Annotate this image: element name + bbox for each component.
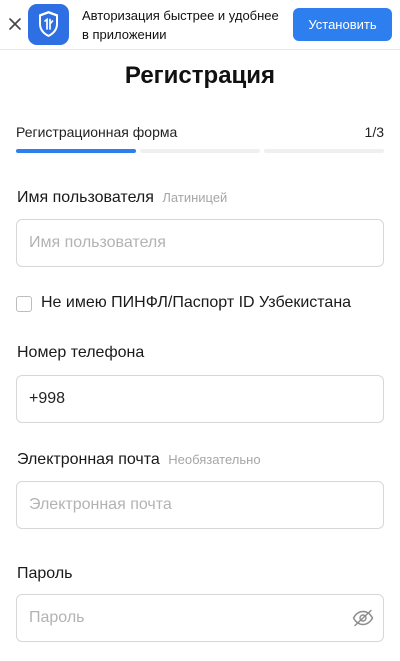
eye-slash-icon[interactable] [352, 609, 374, 627]
username-input[interactable] [16, 219, 384, 267]
app-logo [28, 4, 69, 45]
step-segment-3 [264, 149, 384, 153]
phone-label-text: Номер телефона [17, 344, 145, 361]
step-indicator: Регистрационная форма 1/3 [16, 124, 384, 144]
no-pinfl-option[interactable]: Не имею ПИНФЛ/Паспорт ID Узбекистана [16, 294, 384, 314]
no-pinfl-label: Не имею ПИНФЛ/Паспорт ID Узбекистана [41, 294, 352, 311]
app-install-banner: Авторизация быстрее и удобнее в приложен… [0, 0, 400, 50]
password-label: Пароль [17, 565, 73, 583]
install-button[interactable]: Установить [293, 8, 392, 41]
email-label-text: Электронная почта [17, 451, 160, 468]
email-hint: Необязательно [168, 452, 261, 467]
email-label: Электронная почта Необязательно [17, 451, 261, 469]
shield-logo-icon [39, 11, 58, 37]
password-label-text: Пароль [17, 565, 73, 582]
username-hint: Латиницей [162, 190, 228, 205]
no-pinfl-checkbox[interactable] [16, 296, 32, 312]
banner-text: Авторизация быстрее и удобнее в приложен… [82, 8, 279, 42]
step-progress-bar [16, 149, 384, 153]
email-input[interactable] [16, 481, 384, 529]
step-label: Регистрационная форма [16, 124, 178, 140]
page-title: Регистрация [124, 62, 276, 89]
close-icon[interactable] [6, 15, 24, 33]
username-label: Имя пользователя Латиницей [17, 189, 227, 207]
password-input[interactable] [16, 594, 384, 642]
step-count: 1/3 [364, 124, 384, 140]
phone-label: Номер телефона [17, 344, 144, 362]
step-segment-1 [16, 149, 136, 153]
username-label-text: Имя пользователя [17, 189, 154, 206]
step-segment-2 [140, 149, 260, 153]
phone-input[interactable] [16, 375, 384, 423]
